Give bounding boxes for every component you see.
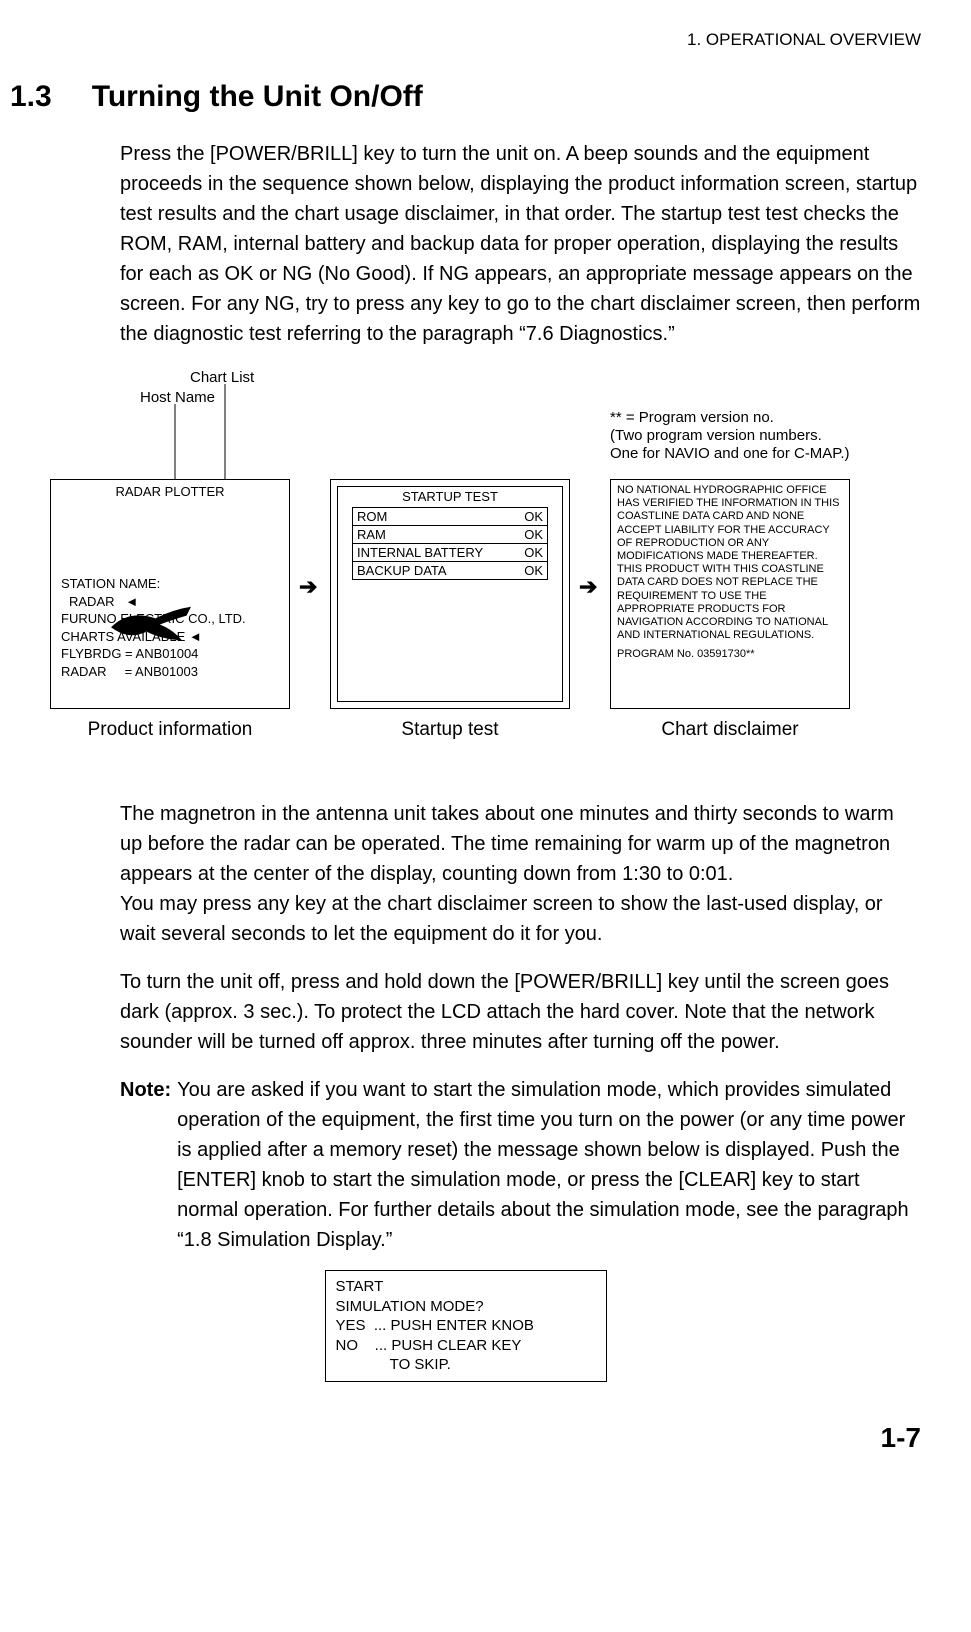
- anno-version-1: ** = Program version no.: [610, 409, 774, 426]
- sim-line: YES ... PUSH ENTER KNOB: [336, 1316, 596, 1336]
- anno-chart-list: Chart List: [190, 369, 254, 386]
- station-label: STATION NAME:: [61, 575, 246, 593]
- company-line: FURUNO ELECTRIC CO., LTD.: [61, 610, 246, 628]
- test-row: BACKUP DATAOK: [352, 561, 548, 580]
- test-row: RAMOK: [352, 525, 548, 544]
- station-value: RADAR ◄: [69, 593, 246, 611]
- arrow-icon: ➔: [579, 574, 597, 600]
- note-block: Note: You are asked if you want to start…: [120, 1075, 921, 1255]
- screen-chart-disclaimer: NO NATIONAL HYDROGRAPHIC OFFICE HAS VERI…: [610, 479, 850, 709]
- anno-version-3: One for NAVIO and one for C-MAP.): [610, 445, 850, 462]
- section-title: Turning the Unit On/Off: [92, 80, 423, 114]
- program-number: PROGRAM No. 03591730**: [611, 646, 849, 665]
- disclaimer-text: NO NATIONAL HYDROGRAPHIC OFFICE HAS VERI…: [611, 480, 849, 646]
- test-row: INTERNAL BATTERYOK: [352, 543, 548, 562]
- paragraph-anykey: You may press any key at the chart discl…: [120, 889, 921, 949]
- caption-startup-test: Startup test: [330, 719, 570, 741]
- screen-product-info: RADAR PLOTTER STATION NAME: RADAR ◄ FURU…: [50, 479, 290, 709]
- paragraph-magnetron: The magnetron in the antenna unit takes …: [120, 799, 921, 889]
- chapter-header: 1. OPERATIONAL OVERVIEW: [10, 30, 921, 50]
- charts-available: CHARTS AVAILABLE ◄: [61, 628, 246, 646]
- caption-product-info: Product information: [50, 719, 290, 741]
- sim-line: TO SKIP.: [336, 1355, 596, 1375]
- anno-version-2: (Two program version numbers.: [610, 427, 822, 444]
- note-body: You are asked if you want to start the s…: [177, 1075, 921, 1255]
- section-number: 1.3: [10, 80, 52, 114]
- section-heading: 1.3 Turning the Unit On/Off: [10, 80, 921, 114]
- test-row: ROMOK: [352, 507, 548, 526]
- chart-line-a: FLYBRDG = ANB01004: [61, 645, 246, 663]
- sim-line: START: [336, 1277, 596, 1297]
- box2-title: STARTUP TEST: [338, 489, 562, 504]
- note-label: Note:: [120, 1075, 171, 1255]
- page-number: 1-7: [10, 1422, 921, 1454]
- paragraph-off: To turn the unit off, press and hold dow…: [120, 967, 921, 1057]
- arrow-icon: ➔: [299, 574, 317, 600]
- sim-line: NO ... PUSH CLEAR KEY: [336, 1336, 596, 1356]
- chart-line-b: RADAR = ANB01003: [61, 663, 246, 681]
- screen-startup-test: STARTUP TEST ROMOK RAMOK INTERNAL BATTER…: [330, 479, 570, 709]
- startup-diagram: Chart List Host Name ** = Program versio…: [10, 369, 921, 769]
- simulation-prompt-box: START SIMULATION MODE? YES ... PUSH ENTE…: [325, 1270, 607, 1382]
- caption-chart-disclaimer: Chart disclaimer: [610, 719, 850, 741]
- anno-host-name: Host Name: [140, 389, 215, 406]
- paragraph-intro: Press the [POWER/BRILL] key to turn the …: [120, 139, 921, 349]
- box1-title: RADAR PLOTTER: [51, 484, 289, 499]
- sim-line: SIMULATION MODE?: [336, 1297, 596, 1317]
